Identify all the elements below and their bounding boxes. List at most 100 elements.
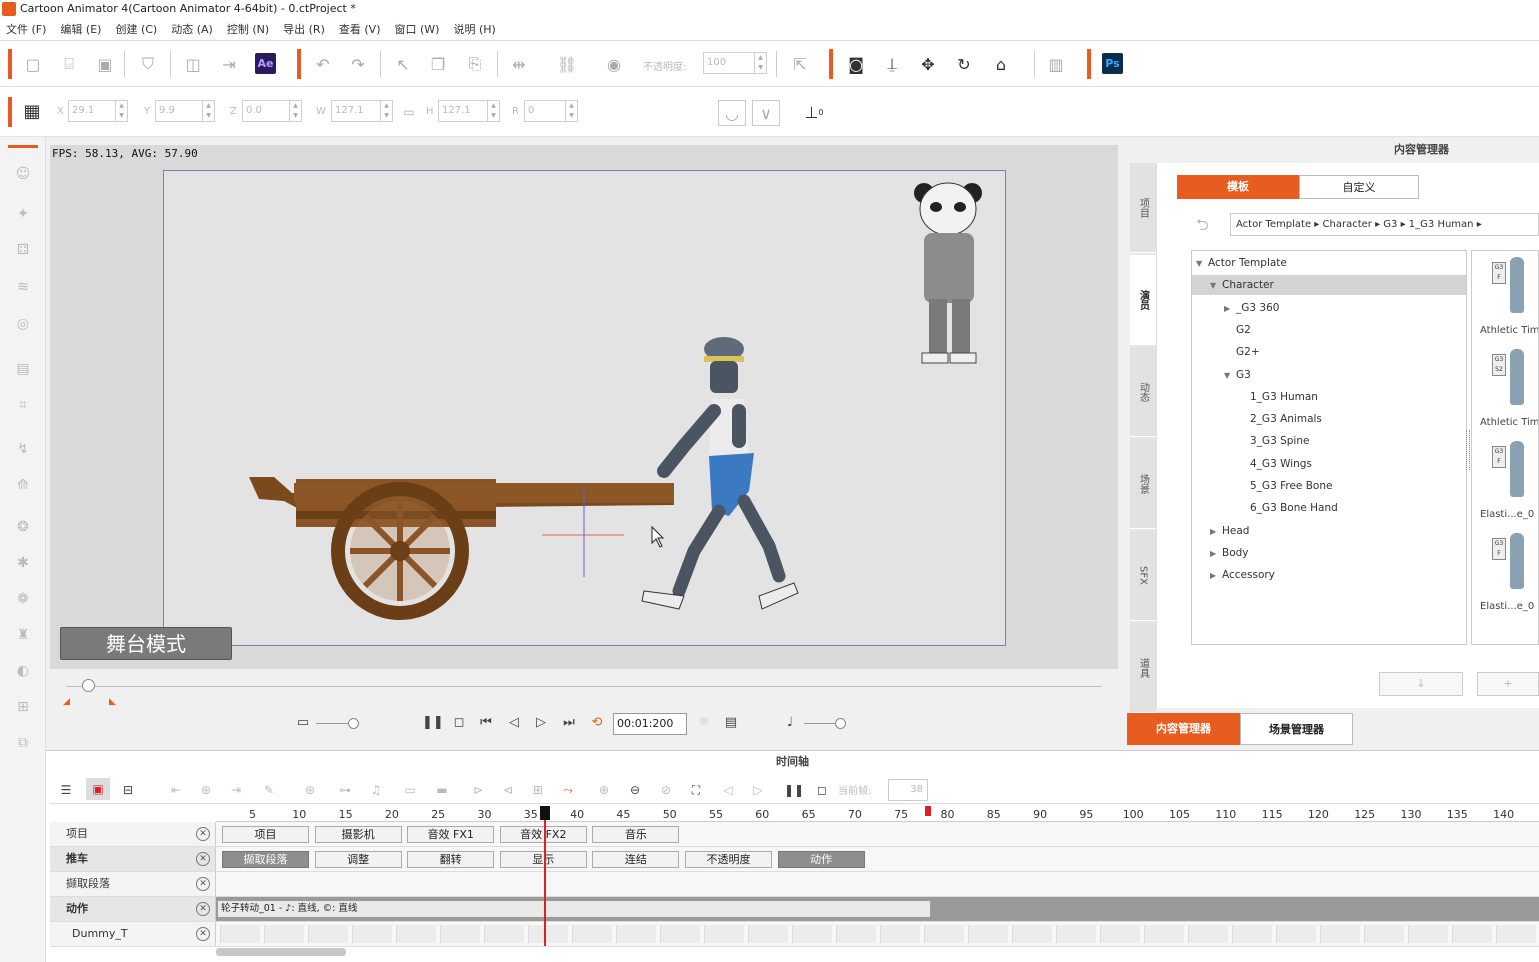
- close-icon[interactable]: ✕: [196, 827, 210, 841]
- edit-key-icon[interactable]: ✎: [261, 782, 277, 798]
- puppet-icon[interactable]: ✱: [13, 553, 33, 573]
- camera-tool-icon[interactable]: ⧉: [13, 733, 33, 753]
- track-chip[interactable]: 音效 FX1: [407, 826, 495, 843]
- track-chip[interactable]: 不透明度: [685, 851, 772, 868]
- h-field[interactable]: 127.1 ▲ ▼: [438, 100, 500, 122]
- side-tab-actor[interactable]: 演员: [1130, 255, 1156, 345]
- clip-icon[interactable]: ▭: [402, 782, 418, 798]
- face-icon[interactable]: ◎: [13, 314, 33, 334]
- tab-template[interactable]: 模板: [1177, 175, 1299, 199]
- copy-icon[interactable]: ❐: [427, 53, 449, 75]
- curve-icon[interactable]: ⤳: [560, 782, 576, 798]
- move-vertical-icon[interactable]: ⍊: [881, 53, 903, 75]
- film-icon[interactable]: ▤: [722, 714, 740, 732]
- side-tab-scene[interactable]: 场景: [1130, 439, 1156, 529]
- side-tab-motion[interactable]: 动态: [1130, 347, 1156, 437]
- pose-icon[interactable]: ✦: [13, 204, 33, 224]
- prev-frame-icon[interactable]: ◁: [505, 714, 523, 732]
- x-field[interactable]: 29.1 ▲ ▼: [68, 100, 128, 122]
- tree-node[interactable]: G2: [1192, 320, 1466, 340]
- playhead[interactable]: [544, 806, 546, 946]
- time-field[interactable]: 00:01:200: [613, 713, 687, 735]
- store-icon[interactable]: ⛉: [137, 53, 159, 75]
- transition-icon[interactable]: ⊛: [302, 782, 318, 798]
- track-list-icon[interactable]: ☰: [58, 782, 74, 798]
- chevron-right-icon[interactable]: ▶: [1210, 566, 1222, 586]
- after-effects-icon[interactable]: Ae: [255, 53, 276, 74]
- w-spinner[interactable]: ▲ ▼: [380, 101, 392, 121]
- open-folder-icon[interactable]: ⌸: [58, 53, 80, 75]
- tree-node[interactable]: ▼ Actor Template: [1192, 253, 1466, 273]
- side-tab-prop[interactable]: 道具: [1130, 623, 1156, 713]
- tree-node[interactable]: ▶ Accessory: [1192, 565, 1466, 585]
- menu-export[interactable]: 导出 (R): [283, 21, 325, 37]
- tree-node[interactable]: G2+: [1192, 342, 1466, 362]
- grid-icon[interactable]: ▦: [21, 100, 43, 122]
- tree-node[interactable]: ▶ Head: [1192, 521, 1466, 541]
- ease-out-icon[interactable]: ∨: [752, 100, 780, 126]
- music-note-icon[interactable]: ♩: [781, 714, 799, 732]
- key-add-icon[interactable]: ⊕: [198, 782, 214, 798]
- tree-node[interactable]: 2_G3 Animals: [1192, 409, 1466, 429]
- track-chip[interactable]: 音乐: [592, 826, 680, 843]
- template-thumbnail[interactable]: G3 S2 Athletic Tim_: [1480, 347, 1538, 437]
- template-thumbnail[interactable]: G3 F Athletic Tim: [1480, 255, 1538, 345]
- key-prev-icon[interactable]: ⇤: [168, 782, 184, 798]
- scrub-track[interactable]: [66, 686, 1102, 687]
- menu-view[interactable]: 查看 (V): [339, 21, 381, 37]
- h-spinner[interactable]: ▲ ▼: [487, 101, 499, 121]
- template-thumbnail[interactable]: G3 F Elasti...e_0: [1480, 531, 1538, 621]
- range-end-flag[interactable]: [925, 806, 931, 816]
- track-name[interactable]: 项目: [50, 822, 216, 846]
- menu-file[interactable]: 文件 (F): [6, 21, 46, 37]
- track-lane[interactable]: 项目 摄影机 音效 FX1 音效 FX2 音乐: [216, 822, 1539, 846]
- export-icon[interactable]: ⇥: [218, 53, 240, 75]
- menu-control[interactable]: 控制 (N): [227, 21, 269, 37]
- timeline-pause-icon[interactable]: ❚❚: [784, 782, 804, 798]
- close-icon[interactable]: ✕: [196, 902, 210, 916]
- track-lane[interactable]: 轮子转动_01 - ♪: 直线, ©: 直线: [216, 897, 1539, 921]
- close-icon[interactable]: ✕: [196, 852, 210, 866]
- remove-icon[interactable]: ⊲: [500, 782, 516, 798]
- tab-custom[interactable]: 自定义: [1299, 175, 1419, 199]
- zoom-out-icon[interactable]: ⊖: [627, 782, 643, 798]
- layer-menu-icon[interactable]: ⊟: [120, 782, 136, 798]
- volume-knob[interactable]: [348, 718, 359, 729]
- timeline-stop-icon[interactable]: ◻: [814, 782, 830, 798]
- breadcrumb-item[interactable]: 1_G3 Human: [1409, 219, 1474, 230]
- link-key-icon[interactable]: ⊶: [337, 782, 353, 798]
- track-chip[interactable]: 翻转: [407, 851, 495, 868]
- motion-clip[interactable]: 轮子转动_01 - ♪: 直线, ©: 直线: [218, 901, 930, 917]
- camera-icon[interactable]: ◙: [845, 53, 867, 75]
- redo-icon[interactable]: ↷: [347, 53, 369, 75]
- pause-icon[interactable]: ❚❚: [422, 714, 444, 732]
- merge-icon[interactable]: ▬: [434, 782, 450, 798]
- timeline-ruler[interactable]: 5 10 15 20 25 30 35 40 45 50 55 60 65 70 75 80 85 90 95 100…: [216, 805, 1539, 822]
- morph-icon[interactable]: ❁: [13, 589, 33, 609]
- lock-ratio-icon[interactable]: ▭: [398, 101, 420, 123]
- side-tab-sfx[interactable]: SFX: [1130, 531, 1156, 621]
- cart-prop[interactable]: [249, 477, 674, 620]
- track-name[interactable]: 动作: [50, 897, 216, 921]
- filter-icon[interactable]: ▣: [86, 778, 110, 800]
- r-spinner[interactable]: ▲ ▼: [565, 101, 577, 121]
- back-arrow-icon[interactable]: ⮌: [1196, 214, 1209, 241]
- paste-icon[interactable]: ⎘: [464, 53, 486, 75]
- chevron-right-icon[interactable]: ▶: [1224, 299, 1236, 319]
- home-icon[interactable]: ⌂: [990, 53, 1012, 75]
- path-icon[interactable]: ⟰: [13, 475, 33, 495]
- walker-character[interactable]: [641, 337, 799, 610]
- chevron-right-icon[interactable]: ▶: [1210, 544, 1222, 564]
- tree-node[interactable]: 1_G3 Human: [1192, 387, 1466, 407]
- bone-icon[interactable]: ⌗: [13, 395, 33, 415]
- key-next-icon[interactable]: ⇥: [228, 782, 244, 798]
- chevron-down-icon[interactable]: ▼: [1196, 254, 1208, 274]
- composer-icon[interactable]: ⚃: [13, 240, 33, 260]
- track-name[interactable]: 撷取段落: [50, 872, 216, 896]
- add-icon[interactable]: +: [1477, 672, 1539, 696]
- r-field[interactable]: 0 ▲ ▼: [524, 100, 578, 122]
- tree-node[interactable]: ▶ Body: [1192, 543, 1466, 563]
- y-field[interactable]: 9.9 ▲ ▼: [155, 100, 215, 122]
- go-start-icon[interactable]: ⏮: [477, 714, 495, 732]
- next-key-icon[interactable]: ▷: [750, 782, 766, 798]
